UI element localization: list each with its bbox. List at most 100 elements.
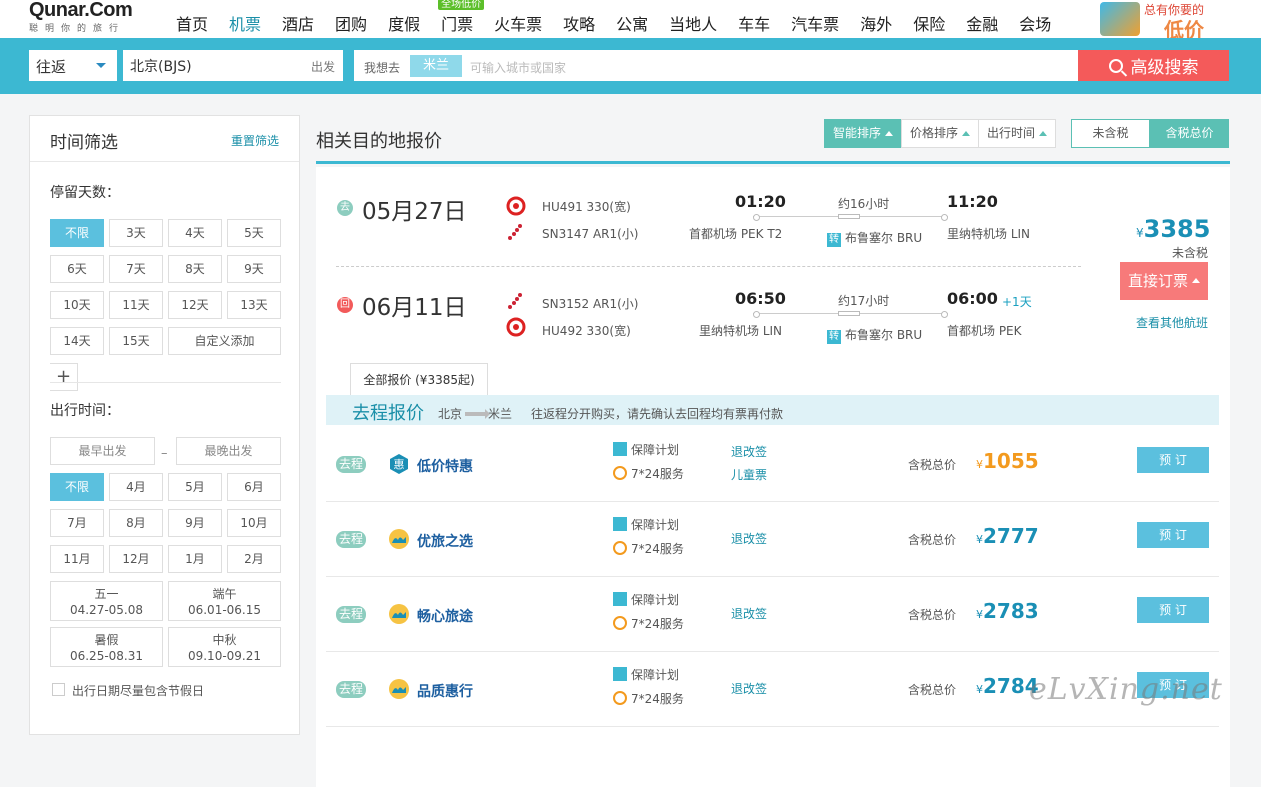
holiday-option[interactable]: 五一 04.27-05.08 [50,581,163,621]
stay-option[interactable]: 10天 [50,291,104,319]
nav-events[interactable]: 会场 [1019,11,1051,35]
month-option[interactable]: 1月 [168,545,222,573]
month-option[interactable]: 4月 [109,473,163,501]
nav-hotels[interactable]: 酒店 [282,11,314,35]
nav-bus[interactable]: 汽车票 [791,11,839,35]
holiday-option[interactable]: 中秋 09.10-09.21 [168,627,281,667]
reset-filter-link[interactable]: 重置筛选 [231,132,279,149]
nav-flights[interactable]: 机票 [229,11,261,35]
book-button[interactable]: 预 订 [1137,522,1209,548]
month-option[interactable]: 不限 [50,473,104,501]
month-option[interactable]: 12月 [109,545,163,573]
month-option[interactable]: 7月 [50,509,104,537]
month-option[interactable]: 2月 [227,545,281,573]
month-option[interactable]: 8月 [109,509,163,537]
month-option[interactable]: 9月 [168,509,222,537]
service-label: 7*24服务 [631,467,684,481]
offer-name[interactable]: 低价特惠 [417,456,473,476]
nav-guides[interactable]: 攻略 [563,11,595,35]
stay-option[interactable]: 13天 [227,291,281,319]
transfer-icon: 转 [827,233,841,247]
destination-input[interactable]: 我想去 米兰 可输入城市或国家 [354,50,1078,81]
refund-change-link[interactable]: 退改签 [731,605,767,622]
offer-price: ¥2777 [976,524,1039,548]
title-underline [316,161,1230,164]
nav-group-buy[interactable]: 团购 [335,11,367,35]
advanced-search-button[interactable]: 高级搜索 [1078,50,1229,81]
inbound-date: 06月11日 [362,295,467,321]
inbound-badge: 回 [337,297,353,313]
month-option[interactable]: 6月 [227,473,281,501]
service-label: 7*24服务 [631,542,684,556]
guarantee-label: 保障计划 [631,443,680,457]
nav-overseas[interactable]: 海外 [860,11,892,35]
refund-change-link[interactable]: 退改签 [731,680,767,697]
stay-option[interactable]: 14天 [50,327,104,355]
month-option[interactable]: 5月 [168,473,222,501]
nav-apartments[interactable]: 公寓 [616,11,648,35]
outbound-duration: 约16小时 [838,197,890,211]
stay-option[interactable]: 4天 [168,219,222,247]
offer-name[interactable]: 畅心旅途 [417,606,473,626]
service-label: 7*24服务 [631,692,684,706]
promo-banner[interactable]: 总有你要的 低价 [1088,0,1238,42]
refund-change-link[interactable]: 退改签 [731,443,767,460]
transfer-icon: 转 [827,330,841,344]
offer-name[interactable]: 品质惠行 [417,681,473,701]
child-ticket-link[interactable]: 儿童票 [731,466,767,483]
stay-option[interactable]: 6天 [50,255,104,283]
month-option[interactable]: 11月 [50,545,104,573]
latest-depart-input[interactable]: 最晚出发 [176,437,281,465]
book-button[interactable]: 预 订 [1137,597,1209,623]
nav-tickets-label: 门票 [441,15,474,34]
nav-cars[interactable]: 车车 [738,11,770,35]
stay-option[interactable]: 15天 [109,327,163,355]
offer-name[interactable]: 优旅之选 [417,531,473,551]
earliest-depart-input[interactable]: 最早出发 [50,437,155,465]
offer-tag: 去程 [336,681,366,698]
refund-change-link[interactable]: 退改签 [731,530,767,547]
nav-vacation[interactable]: 度假 [388,11,420,35]
holiday-option[interactable]: 端午 06.01-06.15 [168,581,281,621]
stay-option[interactable]: 7天 [109,255,163,283]
holiday-checkbox[interactable] [52,683,65,696]
plus-icon[interactable]: + [50,363,78,391]
trip-type-select[interactable]: 往返 [29,50,117,81]
stay-option[interactable]: 9天 [227,255,281,283]
other-flights-link[interactable]: 查看其他航班 [1136,314,1208,331]
holiday-name: 五一 [94,587,119,601]
destination-chip[interactable]: 米兰 [410,55,462,77]
month-option[interactable]: 10月 [227,509,281,537]
stay-option[interactable]: 11天 [109,291,163,319]
stay-option[interactable]: 8天 [168,255,222,283]
discount-icon: 惠 [390,454,408,474]
tax-excluded-tab[interactable]: 未含税 [1071,119,1150,148]
offer-row: 去程 畅心旅途 保障计划 7*24服务 退改签 含税总价 ¥2783 预 订 [326,577,1219,652]
airline-logo-icon [506,317,526,337]
sort-price[interactable]: 价格排序 [901,119,980,148]
stay-option[interactable]: 3天 [109,219,163,247]
tax-included-tab[interactable]: 含税总价 [1150,119,1229,148]
nav-home[interactable]: 首页 [176,11,208,35]
book-button[interactable]: 预 订 [1137,447,1209,473]
stay-option[interactable]: 不限 [50,219,104,247]
nav-finance[interactable]: 金融 [966,11,998,35]
stay-option[interactable]: 12天 [168,291,222,319]
origin-input[interactable]: 北京(BJS) 出发 [123,50,343,81]
direct-book-button[interactable]: 直接订票 [1120,262,1208,300]
sort-time[interactable]: 出行时间 [978,119,1057,148]
holiday-range: 09.10-09.21 [187,649,262,663]
nav-insurance[interactable]: 保险 [913,11,945,35]
sort-smart[interactable]: 智能排序 [824,119,903,148]
nav-locals[interactable]: 当地人 [669,11,717,35]
total-label: 含税总价 [908,533,957,547]
all-quotes-tab[interactable]: 全部报价 (¥3385起) [350,363,488,396]
nav-tickets[interactable]: 全场低价 门票 [438,0,485,35]
holiday-option[interactable]: 暑假 06.25-08.31 [50,627,163,667]
site-logo[interactable]: Qunar.Com 聪明你的旅行 [29,0,133,34]
route-summary: 北京 米兰 [438,405,512,422]
arrow-up-icon [1039,131,1048,136]
stay-option[interactable]: 5天 [227,219,281,247]
custom-add-button[interactable]: 自定义添加 [168,327,281,355]
nav-train[interactable]: 火车票 [494,11,542,35]
